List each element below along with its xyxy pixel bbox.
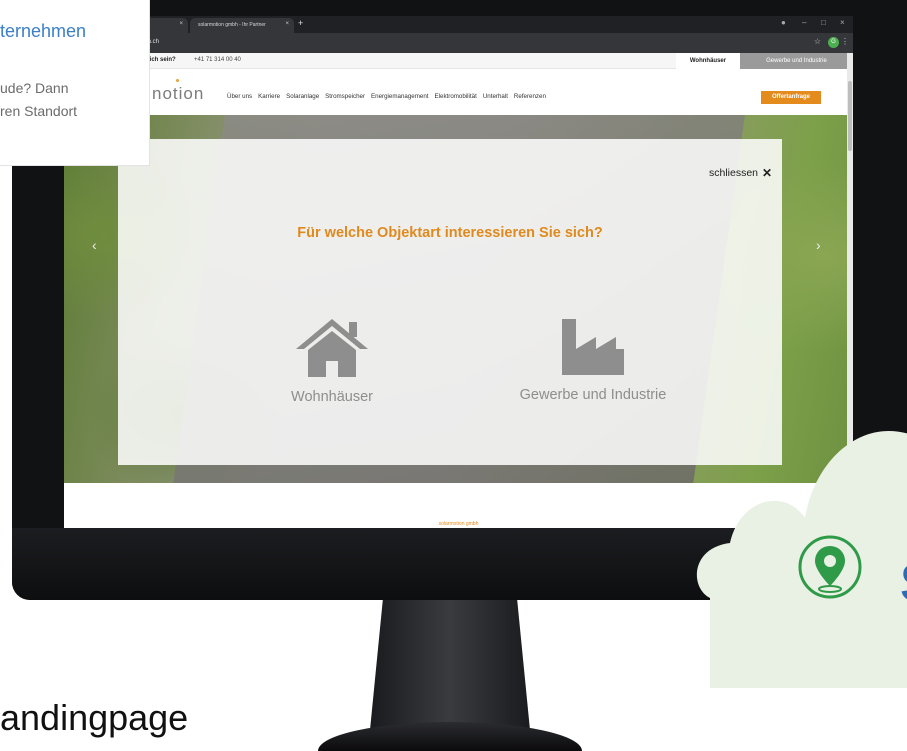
- browser-tabbar: × solarmotion gmbh - Ihr Partner × + ● –…: [64, 16, 853, 33]
- browser-menu-icon[interactable]: ⋮: [841, 37, 849, 46]
- slider-next-icon[interactable]: ›: [816, 237, 821, 253]
- map-pin-icon: [798, 535, 862, 599]
- site-topbar: lfich sein? +41 71 314 00 40 Wohnhäuser …: [64, 53, 853, 69]
- option-label: Wohnhäuser: [291, 389, 373, 405]
- segment-wohnhaeuser[interactable]: Wohnhäuser: [676, 53, 740, 69]
- nav-item[interactable]: Energiemanagement: [371, 93, 428, 100]
- bookmark-star-icon[interactable]: ☆: [814, 37, 821, 46]
- card-title: ternehmen: [0, 21, 87, 41]
- site-navigation: notion Über uns Karriere Solaranlage Str…: [64, 69, 853, 115]
- objektart-modal: schliessen ✕ Für welche Objektart intere…: [118, 139, 782, 465]
- info-card: ternehmen ude? Dann ren Standort: [0, 0, 150, 166]
- nav-item[interactable]: Unterhalt: [483, 93, 508, 100]
- factory-icon: [562, 319, 624, 375]
- tab-close-icon[interactable]: ×: [285, 21, 289, 27]
- nav-item[interactable]: Elektromobilität: [435, 93, 477, 100]
- option-label: Gewerbe und Industrie: [519, 387, 667, 403]
- tab-label: solarmotion gmbh - Ihr Partner: [198, 22, 266, 28]
- card-line: ren Standort: [0, 103, 78, 119]
- close-icon: ✕: [762, 166, 773, 180]
- modal-title: Für welche Objektart interessieren Sie s…: [297, 225, 603, 241]
- site-logo[interactable]: notion: [152, 84, 204, 104]
- landingpage-label: andingpage: [0, 697, 189, 738]
- nav-item[interactable]: Solaranlage: [286, 93, 319, 100]
- nav-item[interactable]: Referenzen: [514, 93, 546, 100]
- nav-item[interactable]: Karriere: [258, 93, 280, 100]
- card-line: ude? Dann: [0, 80, 69, 96]
- segment-gewerbe[interactable]: Gewerbe und Industrie: [740, 53, 853, 69]
- offertanfrage-button[interactable]: Offertanfrage: [761, 91, 821, 104]
- browser-tab-active[interactable]: solarmotion gmbh - Ihr Partner ×: [190, 18, 294, 33]
- option-wohnhaeuser[interactable]: Wohnhäuser: [232, 317, 432, 405]
- cloud-letter: S: [900, 552, 907, 614]
- stage: × solarmotion gmbh - Ihr Partner × + ● –…: [0, 0, 907, 751]
- topbar-phone[interactable]: +41 71 314 00 40: [194, 57, 241, 63]
- maximize-icon[interactable]: □: [821, 18, 826, 27]
- window-close-icon[interactable]: ×: [840, 18, 845, 27]
- profile-avatar[interactable]: G: [828, 37, 839, 48]
- nav-item[interactable]: Über uns: [227, 93, 252, 100]
- tab-close-icon[interactable]: ×: [179, 21, 183, 27]
- close-label: schliessen: [709, 167, 759, 179]
- nav-item[interactable]: Stromspeicher: [325, 93, 365, 100]
- nav-links: Über uns Karriere Solaranlage Stromspeic…: [227, 93, 546, 100]
- record-icon[interactable]: ●: [781, 18, 786, 27]
- slider-prev-icon[interactable]: ‹: [92, 237, 97, 253]
- address-bar[interactable]: otion.ch ☆ G ⋮: [64, 33, 853, 53]
- minimize-icon[interactable]: –: [802, 18, 806, 27]
- new-tab-button[interactable]: +: [298, 18, 303, 28]
- topbar-question: lfich sein?: [146, 57, 176, 63]
- option-gewerbe-industrie[interactable]: Gewerbe und Industrie: [493, 317, 693, 403]
- scrollbar-thumb[interactable]: [848, 81, 852, 151]
- monitor-stand: [370, 600, 530, 730]
- house-icon: [296, 319, 368, 377]
- modal-close-button[interactable]: schliessen ✕: [709, 166, 772, 180]
- logo-dot: [176, 79, 179, 82]
- monitor-stand-base: [318, 722, 582, 751]
